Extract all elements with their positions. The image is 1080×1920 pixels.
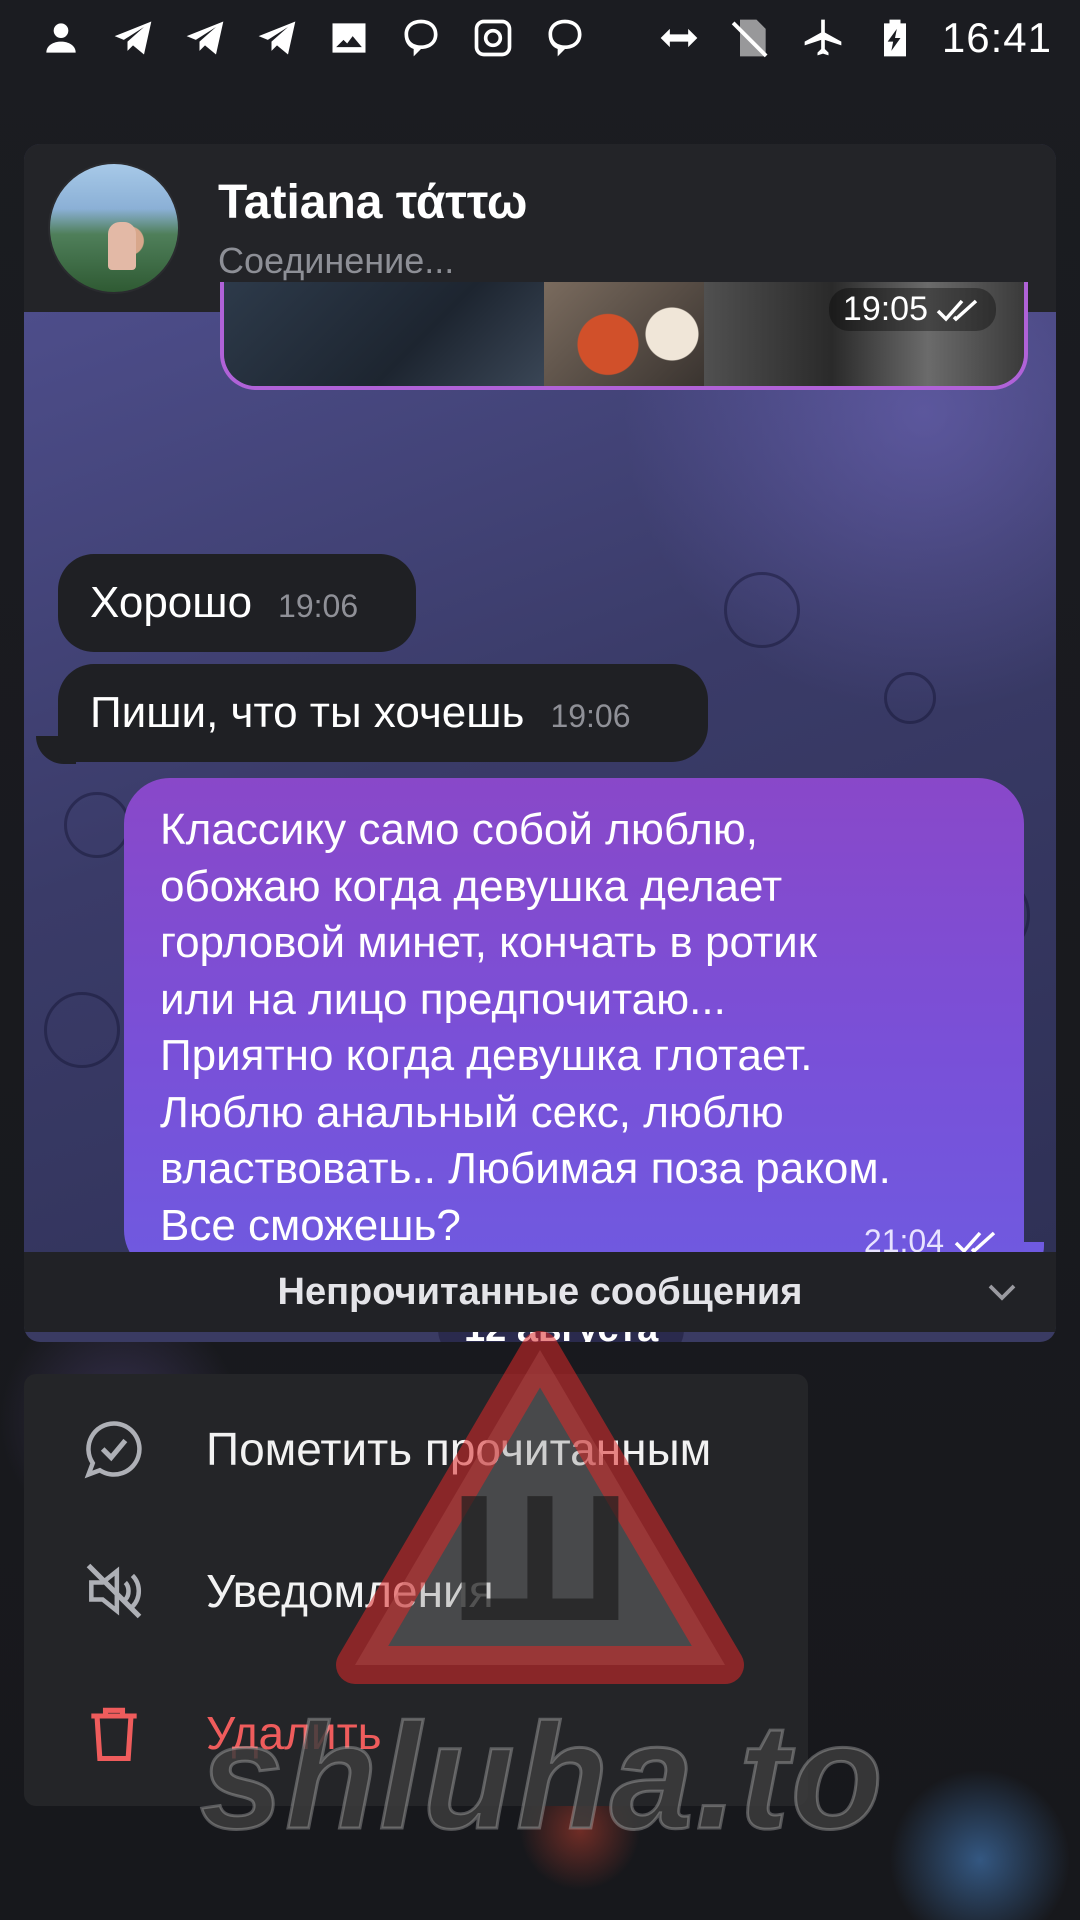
avatar[interactable] — [48, 162, 180, 294]
trash-icon — [78, 1697, 150, 1769]
instagram-icon — [468, 13, 518, 63]
mute-icon — [78, 1555, 150, 1627]
photo-thumbnail[interactable] — [224, 282, 544, 386]
data-saver-icon — [654, 13, 704, 63]
menu-item-label: Удалить — [206, 1707, 382, 1759]
photo-thumbnail[interactable] — [544, 282, 704, 386]
viber-icon — [396, 13, 446, 63]
message-text: Хорошо — [90, 578, 253, 627]
menu-item-label: Уведомления — [206, 1565, 494, 1617]
image-icon — [324, 13, 374, 63]
message-text: Пиши, что ты хочешь — [90, 688, 525, 737]
message-text: Классику само собой люблю, обожаю когда … — [160, 805, 891, 1250]
contact-name: Tatiana τάττω — [218, 175, 528, 229]
photo-thumbnail[interactable]: 19:05 — [704, 282, 1024, 386]
chevron-down-icon[interactable] — [984, 1274, 1020, 1310]
person-icon — [36, 13, 86, 63]
photo-message[interactable]: 19:05 — [220, 282, 1028, 390]
check-bubble-icon — [78, 1413, 150, 1485]
battery-charging-icon — [870, 13, 920, 63]
incoming-message[interactable]: Пиши, что ты хочешь 19:06 — [58, 664, 708, 762]
outgoing-message[interactable]: Классику само собой люблю, обожаю когда … — [124, 778, 1024, 1276]
unread-messages-bar[interactable]: Непрочитанные сообщения — [24, 1252, 1056, 1332]
message-time: 19:06 — [278, 588, 359, 624]
menu-item-mark-read[interactable]: Пометить прочитанным — [24, 1378, 808, 1520]
viber-icon — [540, 13, 590, 63]
menu-item-delete[interactable]: Удалить — [24, 1662, 808, 1804]
chat-preview[interactable]: Tatiana τάττω Соединение... 19:05 Хорошо… — [24, 144, 1056, 1342]
message-time: 19:06 — [550, 698, 631, 734]
context-menu: Пометить прочитанным Уведомления Удалить — [24, 1374, 808, 1806]
telegram-icon — [252, 13, 302, 63]
message-time: 19:05 — [828, 288, 996, 331]
telegram-icon — [180, 13, 230, 63]
chat-wallpaper: 19:05 Хорошо 19:06 Пиши, что ты хочешь 1… — [24, 282, 1056, 1342]
menu-item-label: Пометить прочитанным — [206, 1423, 712, 1475]
clock: 16:41 — [941, 14, 1052, 61]
no-sim-icon — [726, 13, 776, 63]
double-check-icon — [954, 1231, 996, 1254]
menu-item-notifications[interactable]: Уведомления — [24, 1520, 808, 1662]
incoming-message[interactable]: Хорошо 19:06 — [58, 554, 416, 652]
telegram-icon — [108, 13, 158, 63]
airplane-icon — [798, 13, 848, 63]
connection-status: Соединение... — [218, 239, 455, 281]
unread-label: Непрочитанные сообщения — [277, 1270, 803, 1313]
status-bar: 16:41 — [0, 0, 1080, 76]
double-check-icon — [936, 299, 978, 322]
